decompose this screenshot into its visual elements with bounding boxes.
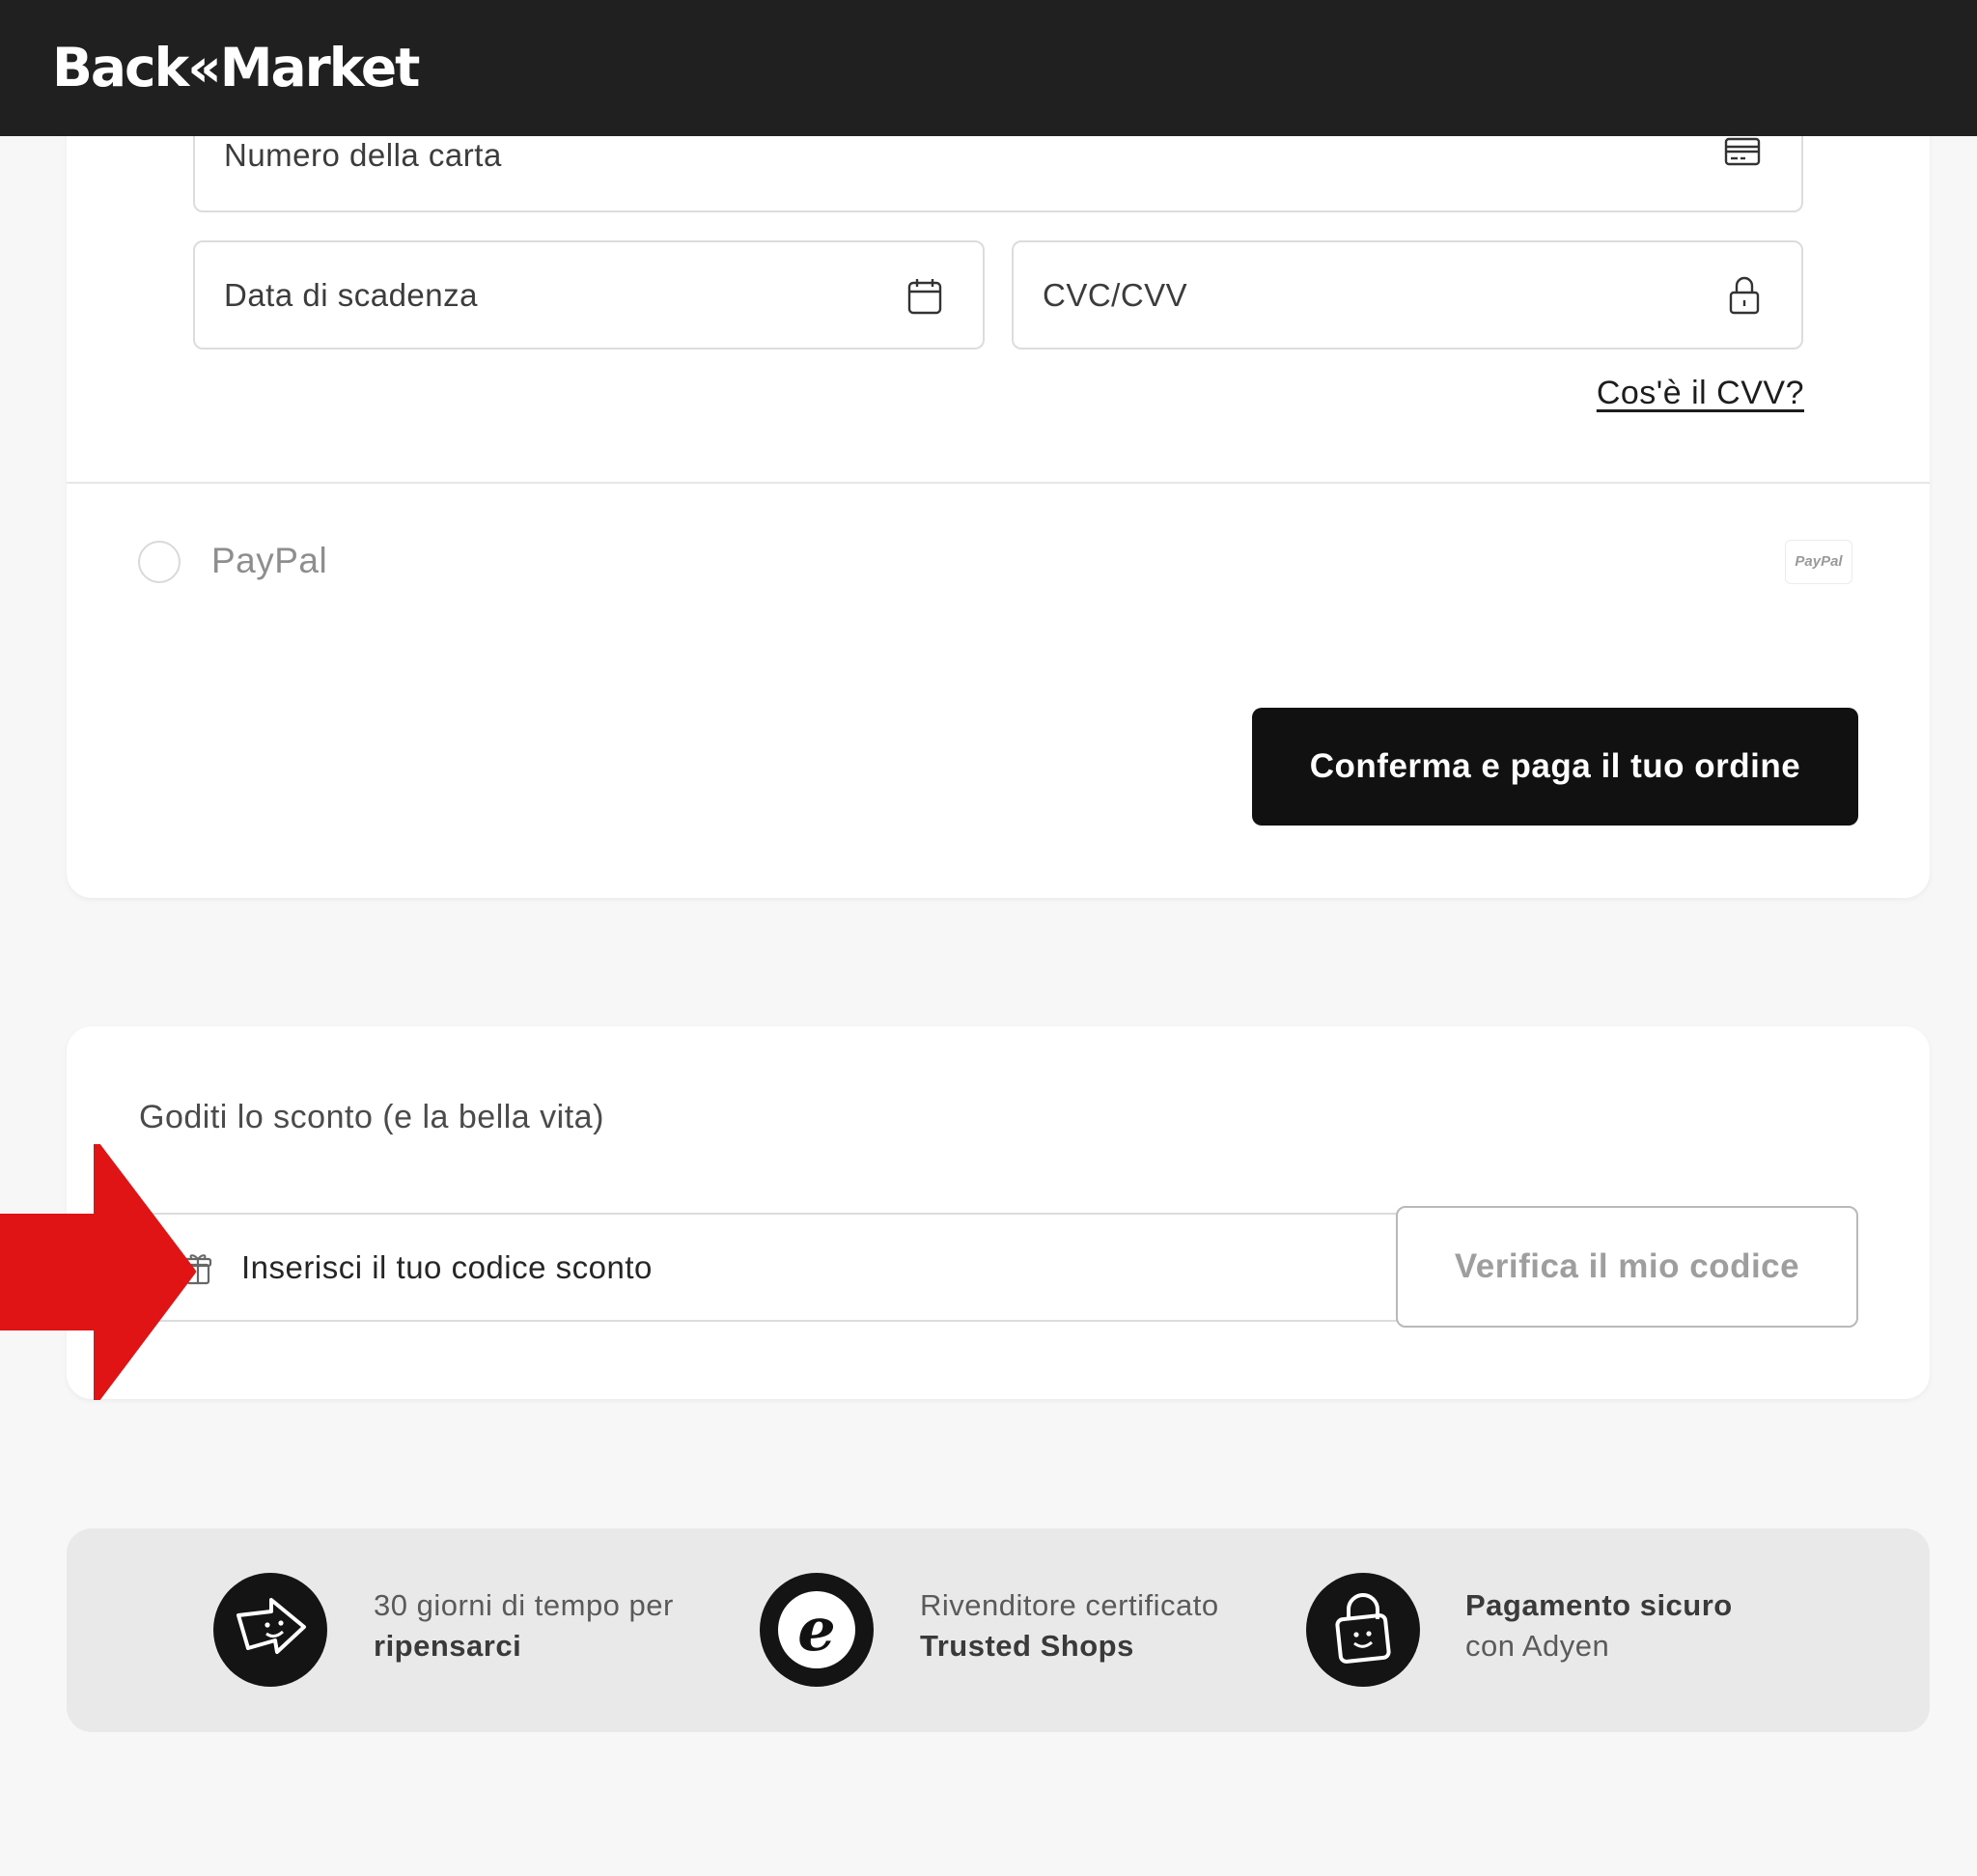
paypal-label[interactable]: PayPal: [211, 541, 327, 581]
cvc-field[interactable]: CVC/CVV: [1012, 240, 1803, 350]
red-arrow-annotation: [0, 1144, 196, 1400]
discount-card: Goditi lo sconto (e la bella vita) Inser…: [67, 1026, 1930, 1399]
discount-section-title: Goditi lo sconto (e la bella vita): [139, 1099, 604, 1135]
trust-1-line2: ripensarci: [374, 1629, 522, 1663]
payment-card: Numero della carta Data di scadenza CVC/…: [67, 87, 1930, 898]
paypal-radio[interactable]: [138, 541, 181, 583]
trust-banner: 30 giorni di tempo per ripensarci e Rive…: [67, 1528, 1930, 1732]
trusted-shops-icon: e: [760, 1573, 874, 1687]
credit-card-icon: [1724, 137, 1761, 166]
expiry-date-placeholder: Data di scadenza: [224, 277, 478, 313]
expiry-date-field[interactable]: Data di scadenza: [193, 240, 985, 350]
secure-lock-icon: [1306, 1573, 1420, 1687]
top-header: Back«Market: [0, 0, 1977, 136]
what-is-cvv-link[interactable]: Cos'è il CVV?: [1597, 375, 1804, 412]
paypal-logo-icon: PayPal: [1785, 540, 1852, 584]
discount-code-input[interactable]: Inserisci il tuo codice sconto: [139, 1213, 1407, 1322]
trust-2-line2: Trusted Shops: [920, 1629, 1134, 1663]
cvc-placeholder: CVC/CVV: [1043, 277, 1188, 313]
discount-code-placeholder: Inserisci il tuo codice sconto: [241, 1249, 653, 1285]
trust-2-line1: Rivenditore certificato: [920, 1588, 1219, 1622]
verify-code-button[interactable]: Verifica il mio codice: [1396, 1206, 1858, 1328]
trust-3-line1: Pagamento sicuro: [1465, 1588, 1733, 1622]
card-number-placeholder: Numero della carta: [224, 137, 502, 173]
calendar-icon: [907, 279, 942, 315]
confirm-and-pay-button[interactable]: Conferma e paga il tuo ordine: [1252, 708, 1858, 826]
section-divider: [67, 482, 1930, 484]
return-arrow-icon: [213, 1573, 327, 1687]
trust-1-line1: 30 giorni di tempo per: [374, 1588, 674, 1622]
lock-icon: [1729, 276, 1760, 315]
back-market-logo[interactable]: Back«Market: [52, 37, 420, 98]
trust-3-line2: con Adyen: [1465, 1629, 1610, 1663]
svg-text:e: e: [797, 1594, 835, 1665]
